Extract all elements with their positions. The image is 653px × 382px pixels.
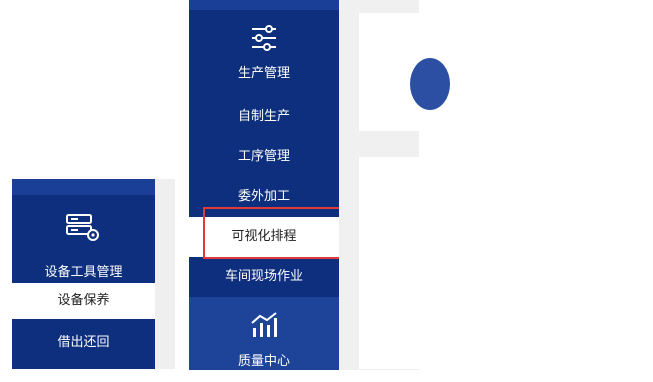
avatar-circle: [410, 58, 450, 110]
quality-center-label: 质量中心: [237, 354, 290, 369]
chart-trend-icon: [251, 312, 277, 337]
sidebar-item-self-production[interactable]: 自制生产: [189, 97, 339, 137]
production-management-header[interactable]: 生产管理: [189, 10, 339, 90]
menu-item-lend-return[interactable]: 借出还回: [12, 323, 155, 363]
equipment-menu-panel: 设备工具管理 设备保养 借出还回: [12, 179, 155, 369]
quality-center-header[interactable]: 质量中心: [189, 297, 339, 370]
equipment-content-edge: [155, 179, 175, 369]
sidebar-top-strip: [189, 0, 339, 10]
sidebar-item-process-management[interactable]: 工序管理: [189, 137, 339, 177]
menu-item-equipment-maintenance[interactable]: 设备保养: [12, 283, 155, 319]
equipment-tools-label: 设备工具管理: [44, 265, 123, 280]
equipment-menu-top-strip: [12, 179, 155, 195]
equipment-tools-header[interactable]: 设备工具管理: [12, 195, 155, 283]
content-card-top: [359, 13, 450, 131]
sliders-icon: [252, 25, 276, 51]
sidebar-item-workshop-operations[interactable]: 车间现场作业: [189, 257, 339, 297]
content-card-bottom: [359, 157, 419, 369]
server-gear-icon: [66, 214, 99, 241]
production-management-label: 生产管理: [237, 66, 290, 81]
production-sidebar: 生产管理 自制生产 工序管理 委外加工 可视化排程 车间现场作业 质量中心: [189, 0, 339, 370]
